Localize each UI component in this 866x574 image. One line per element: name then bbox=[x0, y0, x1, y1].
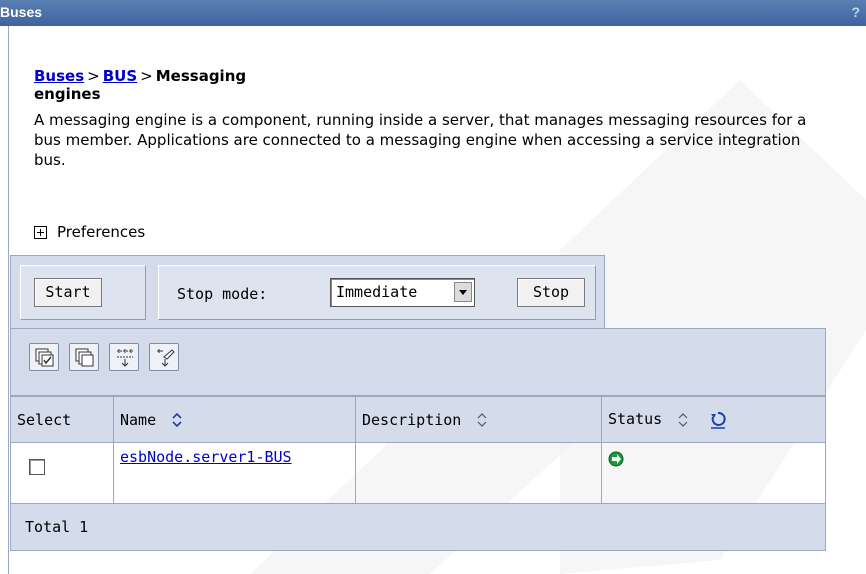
total-count: Total 1 bbox=[25, 518, 89, 536]
sort-icon[interactable] bbox=[677, 412, 689, 428]
deselect-all-icon bbox=[75, 348, 94, 367]
engine-name-link[interactable]: esbNode.server1-BUS bbox=[120, 447, 310, 467]
window-title: Buses bbox=[0, 4, 43, 20]
cell-select bbox=[10, 442, 114, 510]
cell-name: esbNode.server1-BUS bbox=[113, 442, 356, 510]
status-started-icon bbox=[608, 451, 624, 467]
stop-mode-value: Immediate bbox=[336, 283, 418, 301]
stop-mode-select[interactable]: Immediate bbox=[330, 278, 475, 307]
column-label: Status bbox=[608, 410, 663, 429]
start-group: Start bbox=[20, 265, 146, 320]
select-all-icon bbox=[35, 348, 54, 367]
expand-plus-icon bbox=[34, 225, 47, 239]
column-label: Description bbox=[362, 410, 462, 429]
column-header-description[interactable]: Description bbox=[355, 396, 602, 443]
stop-mode-label: Stop mode: bbox=[177, 285, 268, 303]
column-label: Name bbox=[120, 410, 157, 429]
sort-icon[interactable] bbox=[476, 412, 488, 428]
column-header-status[interactable]: Status bbox=[601, 396, 826, 443]
dropdown-arrow-icon[interactable] bbox=[454, 282, 472, 302]
preferences-label: Preferences bbox=[57, 223, 146, 241]
deselect-all-button[interactable] bbox=[69, 343, 99, 371]
stop-button[interactable]: Stop bbox=[517, 278, 585, 307]
clear-filter-button[interactable] bbox=[149, 343, 179, 371]
table-row: esbNode.server1-BUS bbox=[10, 442, 826, 510]
preferences-toggle[interactable]: Preferences bbox=[34, 223, 145, 241]
breadcrumb-separator: > bbox=[140, 67, 153, 85]
clear-filter-icon bbox=[157, 349, 175, 367]
table-icon-toolbar bbox=[10, 328, 826, 396]
breadcrumb-link-buses[interactable]: Buses bbox=[34, 67, 84, 85]
column-header-name[interactable]: Name bbox=[113, 396, 356, 443]
show-filter-button[interactable] bbox=[109, 343, 139, 371]
cell-description bbox=[355, 442, 602, 510]
sort-icon[interactable] bbox=[171, 412, 183, 428]
column-header-select: Select bbox=[10, 396, 114, 443]
messaging-engines-table: Select Name Description Status esbNode.s… bbox=[10, 396, 826, 510]
page-description: A messaging engine is a component, runni… bbox=[34, 111, 807, 169]
stop-group: Stop mode: Immediate Stop bbox=[158, 265, 596, 320]
show-filter-icon bbox=[117, 349, 133, 367]
table-header-row: Select Name Description Status bbox=[10, 396, 826, 443]
breadcrumb-separator: > bbox=[87, 67, 100, 85]
cell-status bbox=[601, 442, 826, 510]
window-titlebar: Buses ? bbox=[0, 0, 866, 26]
help-icon[interactable]: ? bbox=[851, 4, 860, 20]
breadcrumb-link-bus[interactable]: BUS bbox=[103, 67, 137, 85]
table-footer: Total 1 bbox=[10, 503, 826, 551]
column-label: Select bbox=[17, 410, 72, 429]
row-select-checkbox[interactable] bbox=[29, 459, 45, 475]
action-toolbar: Start Stop mode: Immediate Stop bbox=[10, 255, 605, 330]
refresh-icon[interactable] bbox=[710, 411, 726, 429]
left-border bbox=[8, 26, 9, 574]
start-button[interactable]: Start bbox=[34, 278, 102, 307]
breadcrumb: Buses > BUS > Messaging engines bbox=[34, 67, 246, 103]
select-all-button[interactable] bbox=[29, 343, 59, 371]
